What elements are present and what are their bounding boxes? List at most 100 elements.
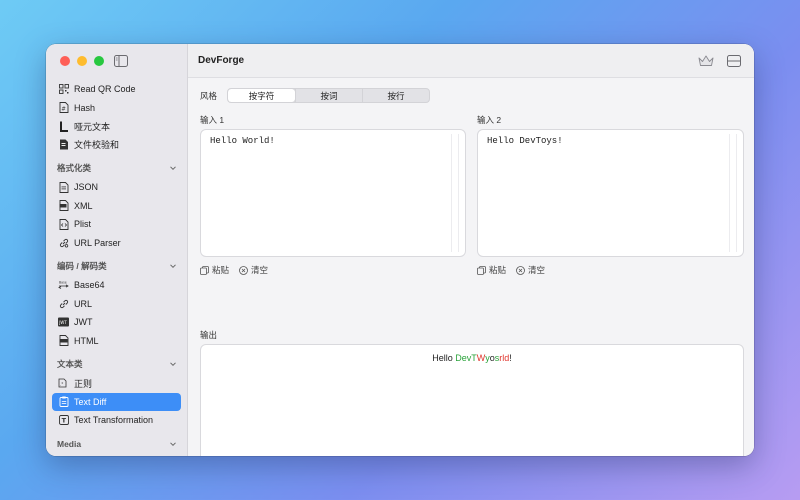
sidebar-item-label: 文件校验和 [74,140,120,151]
sidebar-toggle-icon[interactable] [114,55,128,67]
clear-icon [516,265,525,275]
diff-segment: W [476,353,486,363]
input1-scrollbar[interactable] [451,134,459,252]
input2-actions: 粘贴 清空 [477,264,551,276]
chevron-down-icon [170,441,176,446]
sidebar-item-xml[interactable]: XML [52,197,181,216]
input2-scrollbar[interactable] [729,134,737,252]
output-label: 输出 [200,330,218,340]
sidebar-item-label: URL [74,298,93,309]
sidebar-item-label: 哑元文本 [74,121,111,132]
regex-icon: .* [58,378,69,389]
diff-segment: Hello [432,353,456,363]
section-title: Media [57,438,82,449]
input2-text: Hello DevToys! [487,136,563,146]
app-window: Read QR Code # Hash 哑元文本 文件校验和 格式化类 JSON… [46,44,754,456]
sidebar: Read QR Code # Hash 哑元文本 文件校验和 格式化类 JSON… [46,44,188,456]
sidebar-item-json[interactable]: JSON [52,178,181,197]
sidebar-item-base64[interactable]: Base Base64 [52,276,181,295]
input1-label: 输入 1 [200,115,225,125]
chevron-down-icon [170,362,176,367]
clear-icon [239,265,248,275]
input2-clear-button[interactable]: 清空 [516,264,545,276]
sidebar-item-label: 正则 [74,378,93,389]
sidebar-section-media[interactable]: Media [52,434,181,454]
sidebar-item-url[interactable]: URL [52,295,181,314]
layout-toggle-icon[interactable] [727,55,741,67]
sidebar-item-regex[interactable]: .* 正则 [52,374,181,393]
qr-icon [58,84,69,95]
xml-icon [58,200,69,212]
content-area: 风格 按字符 按词 按行 输入 1 Hello World! 粘贴 清空 输入 … [188,78,754,456]
sidebar-item-label: Text Diff [74,396,107,407]
sidebar-item-lorem[interactable]: 哑元文本 [52,117,181,136]
app-title: DevForge [198,55,245,66]
paste-label: 粘贴 [212,265,230,275]
style-option-char[interactable]: 按字符 [228,89,296,102]
sidebar-item-plist[interactable]: Plist [52,215,181,234]
sidebar-item-text-transformation[interactable]: T Text Transformation [52,411,181,430]
sidebar-item-label: Hash [74,102,96,113]
url-parser-icon [58,237,69,248]
section-title: 格式化类 [57,163,92,173]
sidebar-item-read-qr-code[interactable]: Read QR Code [52,80,181,99]
hash-icon: # [58,102,69,114]
input2-editor[interactable]: Hello DevToys! [477,129,744,257]
sidebar-item-hash[interactable]: # Hash [52,99,181,118]
html-icon [58,335,69,347]
output-view[interactable]: Hello DevTWyosrld! [200,344,744,456]
diff-segment: ! [509,353,512,363]
base64-icon: Base [58,280,69,291]
lorem-icon [58,121,69,132]
jwt-icon: JWT [58,317,69,328]
input1-text: Hello World! [210,136,275,146]
style-option-word[interactable]: 按词 [295,89,362,102]
input1-actions: 粘贴 清空 [200,264,274,276]
input1-paste-button[interactable]: 粘贴 [200,264,229,276]
style-row: 风格 按字符 按词 按行 [200,88,431,103]
sidebar-item-label: Base64 [74,280,105,291]
sidebar-item-label: XML [74,200,93,211]
crown-icon[interactable] [698,55,714,67]
input1-editor[interactable]: Hello World! [200,129,466,257]
paste-icon [200,265,209,275]
clear-label: 清空 [528,265,546,275]
sidebar-item-label: URL Parser [74,237,121,248]
section-title: 编码 / 解码类 [57,261,107,271]
chevron-down-icon [170,166,176,171]
sidebar-item-jwt[interactable]: JWT JWT [52,313,181,332]
svg-text:JWT: JWT [58,320,67,325]
sidebar-item-label: Text Transformation [74,415,154,426]
sidebar-item-label: HTML [74,335,99,346]
svg-text:#: # [61,107,66,113]
svg-text:T: T [61,417,66,425]
input1-clear-button[interactable]: 清空 [239,264,268,276]
input2-paste-button[interactable]: 粘贴 [477,264,506,276]
diff-result: Hello DevTWyosrld! [432,353,512,363]
sidebar-list: Read QR Code # Hash 哑元文本 文件校验和 格式化类 JSON… [46,80,187,454]
sidebar-section-encoders[interactable]: 编码 / 解码类 [52,256,181,276]
sidebar-section-text[interactable]: 文本类 [52,354,181,374]
style-option-line[interactable]: 按行 [362,89,429,102]
sidebar-item-label: Read QR Code [74,84,136,95]
style-segmented-control: 按字符 按词 按行 [227,88,431,103]
sidebar-item-checksum[interactable]: 文件校验和 [52,136,181,155]
section-title: 文本类 [57,359,83,369]
sidebar-item-url-parser[interactable]: URL Parser [52,234,181,253]
sidebar-item-text-diff[interactable]: Text Diff [52,392,181,411]
clear-label: 清空 [251,265,269,275]
text-transform-icon: T [58,415,69,426]
svg-text:Base: Base [59,281,67,285]
window-controls [60,56,104,66]
sidebar-item-label: JWT [74,317,93,328]
main-panel: DevForge 风格 按字符 按词 按行 输入 1 Hello World! [188,44,754,456]
sidebar-item-label: Plist [74,219,92,230]
close-window-button[interactable] [60,56,70,66]
plist-icon [58,218,69,230]
sidebar-item-html[interactable]: HTML [52,332,181,351]
zoom-window-button[interactable] [94,56,104,66]
sidebar-section-formatters[interactable]: 格式化类 [52,158,181,178]
minimize-window-button[interactable] [77,56,87,66]
style-label: 风格 [200,90,218,101]
diff-segment: rld [499,353,510,363]
